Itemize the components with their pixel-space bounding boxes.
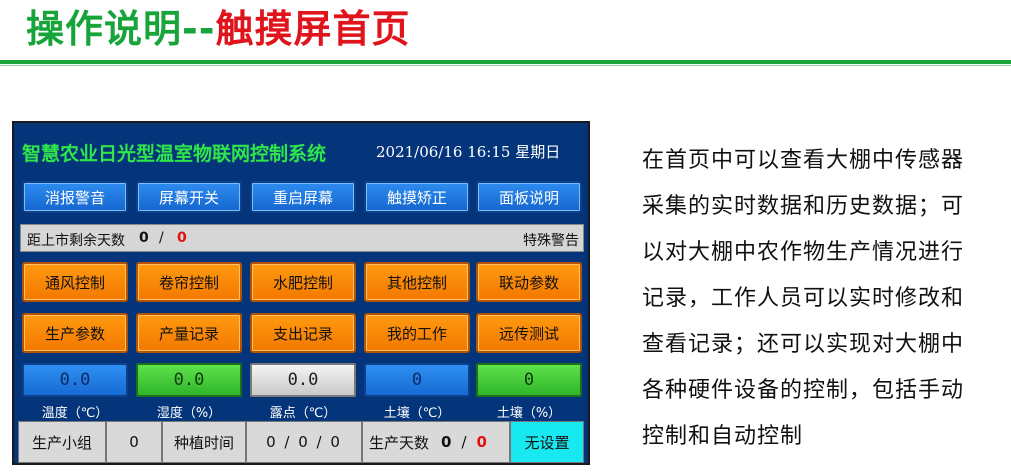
production-days-value: 0 <box>441 433 452 451</box>
silence-alarm-button[interactable]: 消报警音 <box>22 181 128 213</box>
slide-title: 操作说明--触摸屏首页 <box>26 4 411 54</box>
air-humidity-label: 湿度（%） <box>156 406 222 421</box>
planting-time-label: 种植时间 <box>162 421 246 463</box>
expense-records-button[interactable]: 支出记录 <box>250 313 356 353</box>
soil-temperature-readout: 0 <box>364 363 470 397</box>
days-to-market-total: 0 <box>177 230 187 246</box>
air-temperature-label: 温度（℃） <box>41 406 109 421</box>
air-temperature-readout: 0.0 <box>22 363 128 397</box>
days-separator: / <box>159 230 164 246</box>
production-days-label: 生产天数 <box>369 433 430 452</box>
production-group-label: 生产小组 <box>18 421 106 463</box>
my-work-button[interactable]: 我的工作 <box>364 313 470 353</box>
linkage-params-button[interactable]: 联动参数 <box>476 262 582 302</box>
dew-point-label: 露点（℃） <box>269 406 337 421</box>
description-line: 记录，工作人员可以实时修改和 <box>642 286 965 311</box>
days-to-market-value: 0 <box>139 230 149 246</box>
soil-moisture-label: 土壤（%） <box>496 406 562 421</box>
production-status-bar: 生产小组 0 种植时间 0 / 0 / 0 生产天数 0 / 0 无设置 <box>18 421 584 463</box>
production-days-total: 0 <box>476 433 487 451</box>
description-line: 查看记录；还可以实现对大棚中 <box>642 332 965 357</box>
description-line: 以对大棚中农作物生产情况进行 <box>642 240 965 265</box>
soil-moisture-readout: 0 <box>476 363 582 397</box>
touchscreen-panel: 智慧农业日光型温室物联网控制系统 2021/06/16 16:15 星期日 消报… <box>12 121 590 465</box>
fertigation-control-button[interactable]: 水肥控制 <box>250 262 356 302</box>
air-humidity-readout: 0.0 <box>136 363 242 397</box>
setting-status-button[interactable]: 无设置 <box>510 421 584 463</box>
system-title: 智慧农业日光型温室物联网控制系统 <box>22 143 327 165</box>
days-to-market-label: 距上市剩余天数 <box>27 233 125 249</box>
days-to-market-bar: 距上市剩余天数 0 / 0 特殊警告 <box>20 224 584 252</box>
restart-screen-button[interactable]: 重启屏幕 <box>250 181 356 213</box>
slide-title-prefix: 操作说明-- <box>26 7 216 51</box>
datetime-display: 2021/06/16 16:15 星期日 <box>376 143 561 161</box>
description-line: 采集的实时数据和历史数据；可 <box>642 194 965 219</box>
other-control-button[interactable]: 其他控制 <box>364 262 470 302</box>
remote-test-button[interactable]: 远传测试 <box>476 313 582 353</box>
screen-toggle-button[interactable]: 屏幕开关 <box>136 181 242 213</box>
description-line: 各种硬件设备的控制，包括手动 <box>642 378 965 403</box>
title-divider <box>0 60 1011 64</box>
description-text: 在首页中可以查看大棚中传感器 采集的实时数据和历史数据；可 以对大棚中农作物生产… <box>642 138 1002 460</box>
production-params-button[interactable]: 生产参数 <box>22 313 128 353</box>
description-line: 在首页中可以查看大棚中传感器 <box>642 148 965 173</box>
dew-point-readout: 0.0 <box>250 363 356 397</box>
touch-calibrate-button[interactable]: 触摸矫正 <box>364 181 470 213</box>
planting-time-value[interactable]: 0 / 0 / 0 <box>246 421 362 463</box>
slide-title-subject: 触摸屏首页 <box>215 7 411 51</box>
production-days-separator: / <box>461 433 467 451</box>
curtain-control-button[interactable]: 卷帘控制 <box>136 262 242 302</box>
soil-temperature-label: 土壤（℃） <box>383 406 451 421</box>
title-divider-shadow <box>0 65 1011 66</box>
special-alarm-ticker: 特殊警告 <box>523 233 579 249</box>
panel-header: 智慧农业日光型温室物联网控制系统 2021/06/16 16:15 星期日 <box>14 123 588 179</box>
production-group-value[interactable]: 0 <box>106 421 162 463</box>
yield-records-button[interactable]: 产量记录 <box>136 313 242 353</box>
description-line: 控制和自动控制 <box>642 424 804 449</box>
production-days-cell: 生产天数 0 / 0 <box>362 421 510 463</box>
ventilation-control-button[interactable]: 通风控制 <box>22 262 128 302</box>
panel-help-button[interactable]: 面板说明 <box>476 181 582 213</box>
